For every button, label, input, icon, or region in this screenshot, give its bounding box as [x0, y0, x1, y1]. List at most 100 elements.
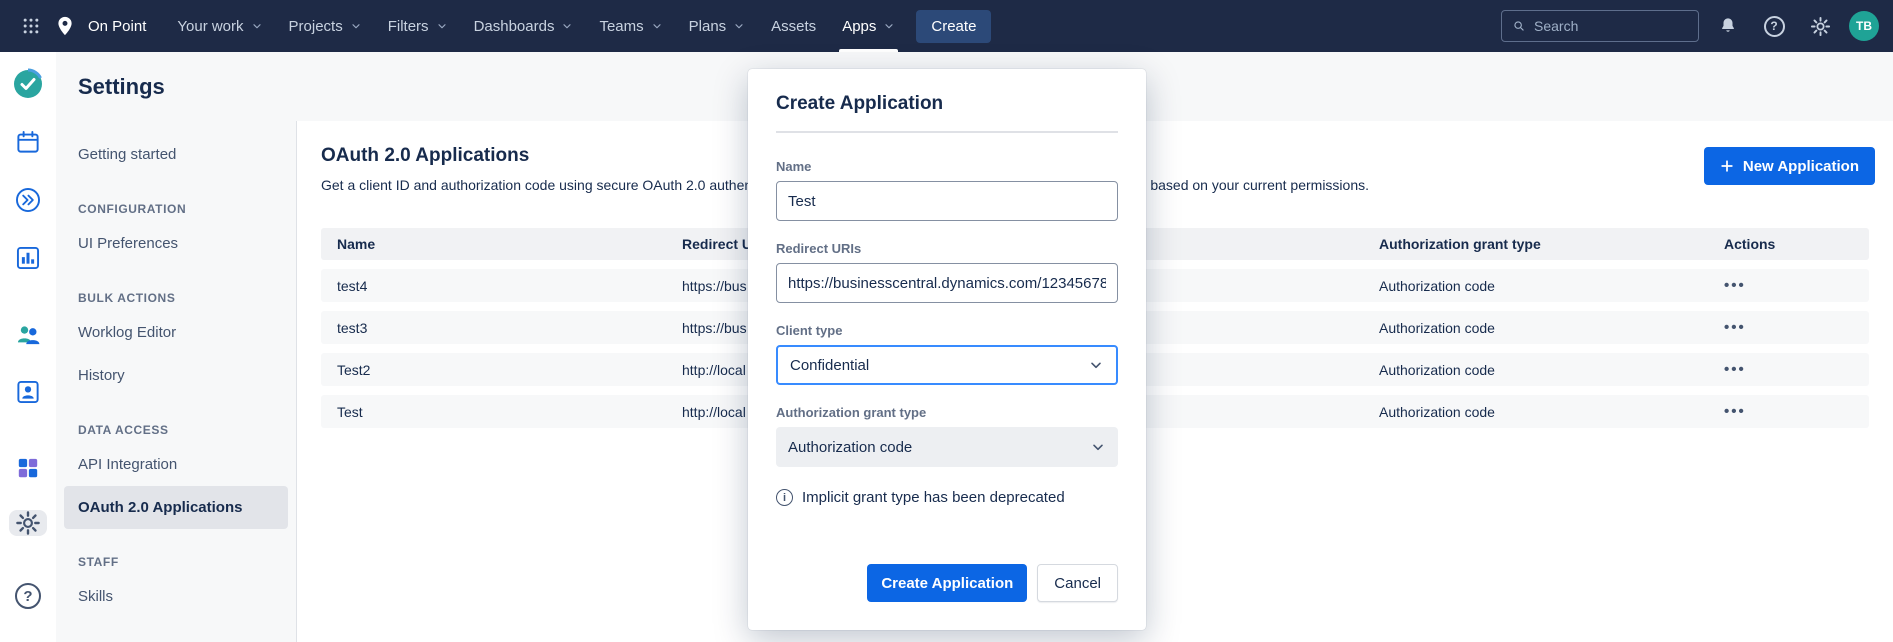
name-input[interactable]: [776, 181, 1118, 221]
rail-people-icon[interactable]: [12, 318, 44, 350]
chevron-down-icon: [350, 20, 362, 32]
row-actions-button[interactable]: •••: [1724, 319, 1746, 336]
new-application-label: New Application: [1743, 158, 1859, 175]
cancel-button[interactable]: Cancel: [1037, 564, 1118, 602]
sidebar-item-history[interactable]: History: [56, 354, 296, 397]
chevron-down-icon: [733, 20, 745, 32]
rail-calendar-icon[interactable]: [12, 126, 44, 158]
sidebar-item-oauth-applications[interactable]: OAuth 2.0 Applications: [64, 486, 288, 529]
create-application-button[interactable]: Create Application: [867, 564, 1027, 602]
chevron-down-icon: [651, 20, 663, 32]
nav-item-label: Apps: [842, 18, 876, 35]
sidebar-section-data-access: DATA ACCESS: [56, 423, 296, 437]
question-glyph: ?: [15, 583, 41, 609]
rail-target-icon[interactable]: [12, 638, 44, 642]
cell-grant-type: Authorization code: [1363, 311, 1708, 344]
nav-item-apps[interactable]: Apps: [829, 0, 908, 52]
nav-item-label: Plans: [689, 18, 727, 35]
row-actions-button[interactable]: •••: [1724, 361, 1746, 378]
nav-item-filters[interactable]: Filters: [375, 0, 461, 52]
chevron-down-icon: [883, 20, 895, 32]
name-label: Name: [776, 159, 1118, 174]
nav-item-dashboards[interactable]: Dashboards: [461, 0, 587, 52]
dialog-footer: Create Application Cancel: [776, 564, 1118, 602]
dialog-title: Create Application: [776, 93, 1118, 115]
cell-name: test4: [321, 269, 666, 302]
chevron-down-icon: [436, 20, 448, 32]
site-name[interactable]: On Point: [88, 18, 146, 35]
nav-right-cluster: ? TB: [1501, 9, 1879, 43]
info-icon: i: [776, 489, 793, 506]
nav-item-label: Dashboards: [474, 18, 555, 35]
grant-type-value: Authorization code: [788, 439, 912, 456]
nav-item-projects[interactable]: Projects: [276, 0, 375, 52]
nav-item-label: Assets: [771, 18, 816, 35]
table-header-grant-type: Authorization grant type: [1363, 228, 1708, 260]
sidebar-section-configuration: CONFIGURATION: [56, 202, 296, 216]
description-text: , based on your current permissions.: [1143, 177, 1369, 193]
nav-item-plans[interactable]: Plans: [676, 0, 759, 52]
rail-logo-check-icon[interactable]: [12, 68, 44, 100]
client-type-select[interactable]: Confidential: [776, 345, 1118, 385]
settings-sidebar: Getting started CONFIGURATION UI Prefere…: [56, 121, 296, 642]
avatar[interactable]: TB: [1849, 11, 1879, 41]
rail-question-icon[interactable]: ?: [12, 580, 44, 612]
redirect-uris-input[interactable]: [776, 263, 1118, 303]
notifications-bell-icon[interactable]: [1711, 9, 1745, 43]
redirect-uris-label: Redirect URIs: [776, 241, 1118, 256]
rail-person-badge-icon[interactable]: [12, 376, 44, 408]
nav-item-label: Your work: [177, 18, 243, 35]
grant-type-select[interactable]: Authorization code: [776, 427, 1118, 467]
cell-name: Test2: [321, 353, 666, 386]
top-navigation: On Point Your work Projects Filters Dash…: [0, 0, 1893, 52]
nav-item-label: Filters: [388, 18, 429, 35]
app-icon-rail: ?: [0, 52, 56, 642]
nav-item-label: Projects: [289, 18, 343, 35]
grant-type-label: Authorization grant type: [776, 405, 1118, 420]
dialog-divider: [776, 131, 1118, 133]
rail-bar-chart-icon[interactable]: [12, 242, 44, 274]
app-switcher-icon[interactable]: [14, 9, 48, 43]
nav-item-your-work[interactable]: Your work: [164, 0, 275, 52]
rail-settings-gear-icon[interactable]: [9, 510, 47, 536]
cell-grant-type: Authorization code: [1363, 395, 1708, 428]
logo-pin-icon[interactable]: [48, 9, 82, 43]
cell-grant-type: Authorization code: [1363, 353, 1708, 386]
cell-grant-type: Authorization code: [1363, 269, 1708, 302]
create-application-dialog: Create Application Name Redirect URIs Cl…: [748, 69, 1146, 630]
cell-name: Test: [321, 395, 666, 428]
create-button[interactable]: Create: [916, 10, 991, 43]
search-box[interactable]: [1501, 10, 1699, 42]
search-icon: [1512, 18, 1526, 34]
deprecation-notice-text: Implicit grant type has been deprecated: [802, 489, 1065, 506]
row-actions-button[interactable]: •••: [1724, 277, 1746, 294]
nav-item-teams[interactable]: Teams: [586, 0, 675, 52]
plus-icon: [1720, 159, 1734, 173]
sidebar-item-worklog-editor[interactable]: Worklog Editor: [56, 311, 296, 354]
table-header-name: Name: [321, 228, 666, 260]
sidebar-item-skills[interactable]: Skills: [56, 575, 296, 618]
chevron-down-icon: [1090, 439, 1106, 455]
new-application-button[interactable]: New Application: [1704, 147, 1875, 185]
nav-item-assets[interactable]: Assets: [758, 0, 829, 52]
sidebar-item-ui-preferences[interactable]: UI Preferences: [56, 222, 296, 265]
help-icon[interactable]: ?: [1757, 9, 1791, 43]
cell-name: test3: [321, 311, 666, 344]
rail-app-tiles-icon[interactable]: [12, 452, 44, 484]
table-header-actions: Actions: [1708, 228, 1869, 260]
sidebar-item-getting-started[interactable]: Getting started: [56, 133, 296, 176]
sidebar-item-api-integration[interactable]: API Integration: [56, 443, 296, 486]
client-type-label: Client type: [776, 323, 1118, 338]
sidebar-section-staff: STAFF: [56, 555, 296, 569]
search-input[interactable]: [1534, 18, 1688, 34]
rail-forward-chevrons-icon[interactable]: [12, 184, 44, 216]
chevron-down-icon: [251, 20, 263, 32]
sidebar-section-bulk-actions: BULK ACTIONS: [56, 291, 296, 305]
settings-gear-icon[interactable]: [1803, 9, 1837, 43]
chevron-down-icon: [561, 20, 573, 32]
help-glyph: ?: [1764, 16, 1785, 37]
chevron-down-icon: [1088, 357, 1104, 373]
client-type-value: Confidential: [790, 357, 869, 374]
nav-item-label: Teams: [599, 18, 643, 35]
row-actions-button[interactable]: •••: [1724, 403, 1746, 420]
